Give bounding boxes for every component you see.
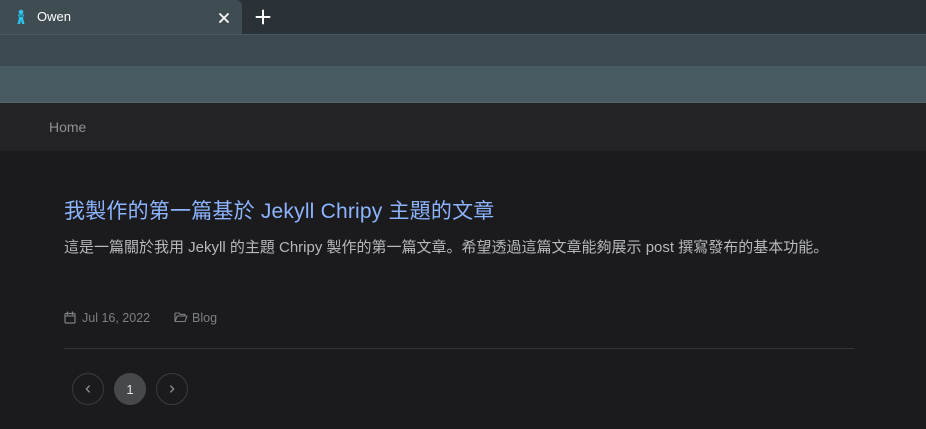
page-topbar [0, 103, 926, 151]
pagination-page-1[interactable]: 1 [114, 373, 146, 405]
owen-figure-icon [14, 9, 28, 25]
pagination-prev-button[interactable] [72, 373, 104, 405]
post-title-link[interactable]: 我製作的第一篇基於 Jekyll Chripy 主題的文章 [64, 196, 854, 228]
breadcrumb-home-link[interactable]: Home [49, 116, 86, 138]
folder-open-icon [174, 312, 188, 323]
post-date-text: Jul 16, 2022 [82, 311, 151, 325]
plus-icon[interactable] [254, 8, 272, 26]
tab-title: Owen [37, 9, 71, 24]
pagination-next-button[interactable] [156, 373, 188, 405]
chevron-right-icon [170, 385, 175, 393]
post-excerpt: 這是一篇關於我用 Jekyll 的主題 Chripy 製作的第一篇文章。希望透過… [64, 239, 829, 256]
calendar-icon [64, 311, 76, 324]
post-category-text[interactable]: Blog [192, 309, 217, 327]
post-card[interactable]: 我製作的第一篇基於 Jekyll Chripy 主題的文章 這是一篇關於我用 J… [64, 196, 854, 263]
close-icon[interactable] [217, 10, 231, 24]
browser-tab[interactable]: Owen [0, 0, 242, 34]
divider [64, 348, 854, 349]
chevron-left-icon [85, 385, 90, 393]
browser-toolbar [0, 34, 926, 66]
browser-tab-strip: Owen [0, 0, 926, 34]
bookmark-bar [0, 66, 926, 103]
